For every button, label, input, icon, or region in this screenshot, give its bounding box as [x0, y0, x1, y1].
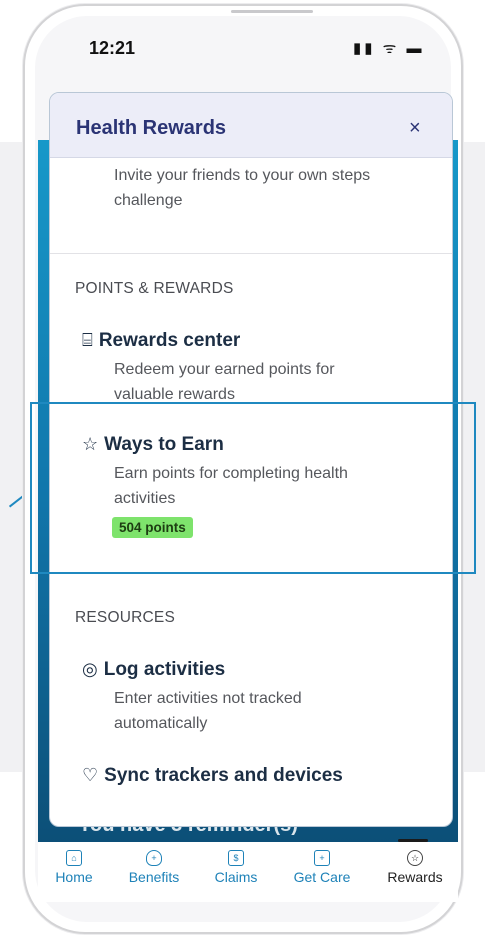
intro-text-line1: Invite your friends to your own steps	[114, 167, 371, 184]
tab-claims[interactable]: $ Claims	[211, 850, 261, 885]
tab-get-care[interactable]: + Get Care	[290, 850, 354, 885]
ways-to-earn-highlight-box	[30, 402, 476, 574]
home-icon: ⌂	[66, 850, 82, 866]
phone-speaker	[231, 10, 313, 13]
tab-home-label: Home	[55, 869, 93, 885]
status-icons: ▮▮ ᯤ ▬	[353, 40, 425, 57]
section-divider	[50, 253, 452, 254]
log-activities-label: Log activities	[103, 659, 226, 680]
receipt-dollar-icon: $	[228, 850, 244, 866]
tab-benefits-label: Benefits	[128, 869, 180, 885]
star-badge-icon: ☆	[407, 850, 423, 866]
log-activities-desc-line1: Enter activities not tracked	[114, 690, 302, 707]
tab-claims-label: Claims	[214, 869, 258, 885]
log-activities-link[interactable]: ◎ Log activities	[82, 659, 225, 681]
section-title-points-rewards: POINTS & REWARDS	[75, 280, 234, 297]
modal-title: Health Rewards	[76, 117, 227, 139]
status-time: 12:21	[89, 38, 136, 58]
tab-get-care-label: Get Care	[293, 869, 351, 885]
hospital-icon: +	[314, 850, 330, 866]
intro-text-line2: challenge	[114, 192, 183, 209]
tab-home[interactable]: ⌂ Home	[54, 850, 94, 885]
rewards-center-link[interactable]: ⌸ Rewards center	[82, 330, 240, 352]
tab-benefits[interactable]: + Benefits	[124, 850, 184, 885]
rewards-center-label: Rewards center	[98, 330, 241, 351]
check-circle-icon: ◎	[82, 659, 98, 679]
tab-rewards-label: Rewards	[387, 869, 443, 885]
gift-icon: ⌸	[82, 330, 93, 350]
modal-header: Health Rewards ×	[50, 93, 452, 158]
heart-pulse-icon: ♡	[82, 765, 99, 785]
tab-bar: ⌂ Home + Benefits $ Claims + Get Care ☆ …	[38, 842, 458, 902]
shield-plus-icon: +	[146, 850, 162, 866]
close-icon[interactable]: ×	[409, 117, 421, 140]
sync-trackers-label: Sync trackers and devices	[104, 765, 343, 786]
log-activities-desc-line2: automatically	[114, 715, 208, 732]
rewards-center-desc-line1: Redeem your earned points for	[114, 361, 335, 378]
tab-rewards[interactable]: ☆ Rewards	[383, 850, 447, 885]
sync-trackers-link[interactable]: ♡ Sync trackers and devices	[82, 765, 343, 787]
section-title-resources: RESOURCES	[75, 609, 175, 626]
